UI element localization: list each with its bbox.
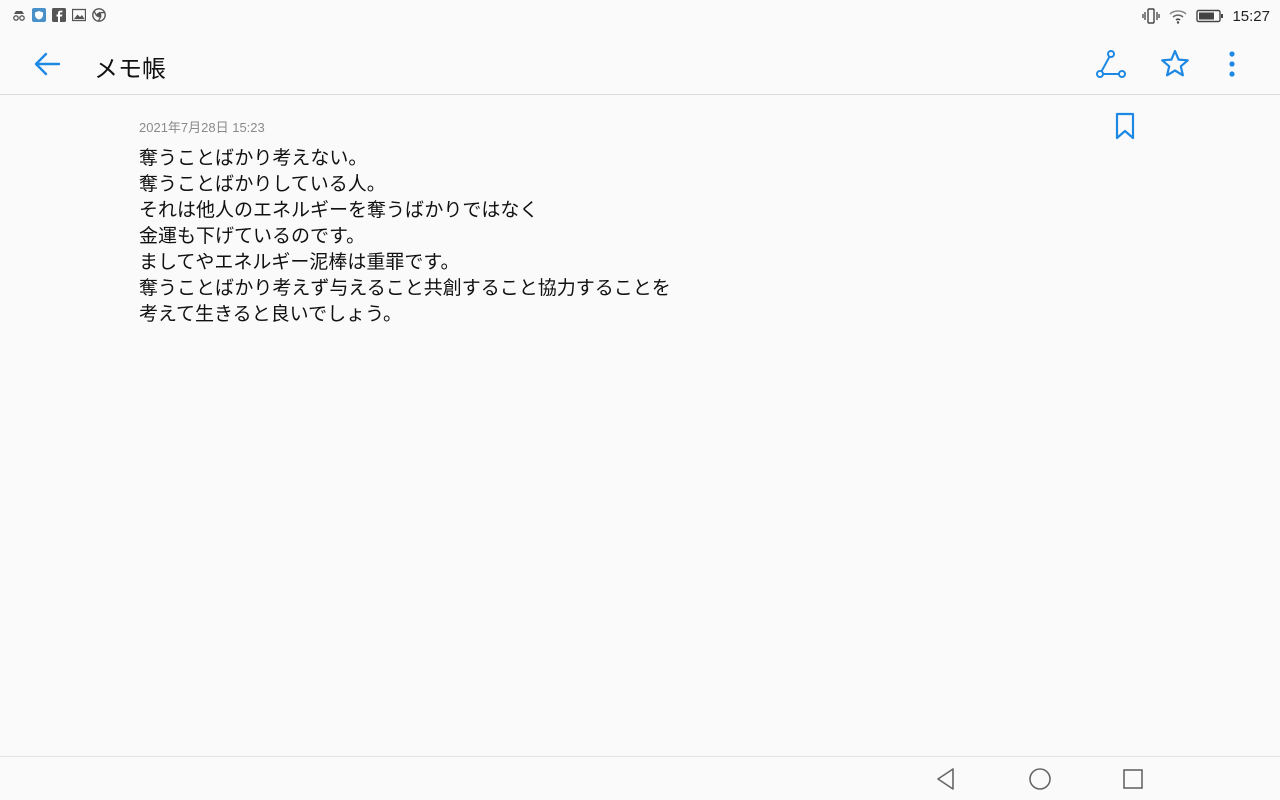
facebook-icon: [52, 8, 66, 22]
note-editor[interactable]: 2021年7月28日 15:23 奪うことばかり考えない。 奪うことばかりしてい…: [0, 95, 1280, 755]
notification-icons: [12, 8, 106, 22]
system-nav-bar: [0, 756, 1280, 800]
star-icon: [1161, 49, 1189, 77]
system-status: 15:27: [1142, 6, 1270, 26]
nav-recents-button[interactable]: [1119, 765, 1147, 793]
page-title: メモ帳: [94, 55, 166, 83]
wifi-icon: [1169, 10, 1188, 24]
bookmark-icon: [1115, 112, 1135, 140]
incognito-icon: [13, 11, 25, 21]
note-line: 奪うことばかり考えない。: [139, 147, 368, 169]
gallery-app-icon: [72, 8, 86, 22]
back-button[interactable]: [30, 50, 64, 78]
note-line: 金運も下げているのです。: [139, 225, 366, 247]
bookmark-button[interactable]: [1113, 112, 1137, 140]
clock: 15:27: [1232, 7, 1270, 25]
note-line: それは他人のエネルギーを奪うばかりではなく: [139, 199, 539, 221]
nav-recents-icon: [1123, 769, 1143, 789]
note-line: 奪うことばかりしている人。: [139, 173, 386, 195]
favorite-button[interactable]: [1159, 48, 1191, 80]
more-options-button[interactable]: [1216, 48, 1248, 80]
chrome-icon: [92, 8, 106, 22]
nav-back-icon: [937, 768, 954, 790]
note-line: ましてやエネルギー泥棒は重罪です。: [139, 251, 460, 273]
shield-app-icon: [32, 8, 46, 22]
note-line: 奪うことばかり考えず与えること共創すること協力することを: [139, 277, 671, 299]
app-toolbar: メモ帳: [0, 32, 1280, 95]
arrow-left-icon: [34, 52, 61, 76]
note-line: 考えて生きると良いでしょう。: [139, 303, 402, 325]
nav-home-button[interactable]: [1026, 765, 1054, 793]
nav-back-button[interactable]: [932, 765, 960, 793]
note-body[interactable]: 奪うことばかり考えない。 奪うことばかりしている人。 それは他人のエネルギーを奪…: [139, 145, 1139, 327]
screen: 15:27 メモ帳 2021年7月28日 15:23 奪うことばかり考えない。 …: [0, 0, 1280, 800]
share-button[interactable]: [1095, 48, 1127, 80]
battery-icon: [1196, 9, 1224, 23]
share-icon: [1096, 50, 1126, 78]
note-timestamp: 2021年7月28日 15:23: [139, 120, 265, 135]
more-vert-icon: [1229, 51, 1235, 77]
vibrate-icon: [1142, 8, 1161, 24]
status-bar: 15:27: [0, 0, 1280, 32]
nav-home-icon: [1029, 768, 1051, 790]
